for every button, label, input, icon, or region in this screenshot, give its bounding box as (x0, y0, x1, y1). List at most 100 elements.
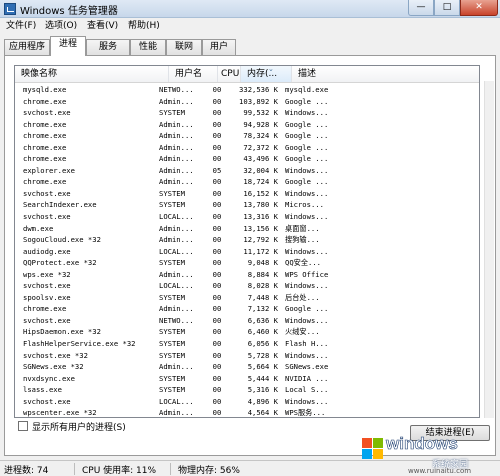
process-cpu: 00 (212, 108, 222, 118)
process-cpu: 00 (212, 292, 222, 302)
process-description: Google ... (285, 131, 329, 141)
process-name: mysqld.exe (23, 85, 67, 94)
process-description: Windows... (285, 315, 329, 325)
process-row[interactable]: FlashHelperService.exe *32 SYSTEM 00 6,056 … (15, 338, 479, 350)
process-cpu: 00 (212, 373, 222, 383)
process-row[interactable]: mysqld.exe NETWO... 00 332,536 K mysqld.exe (15, 84, 479, 96)
process-row[interactable]: svchost.exe LOCAL... 00 8,028 K Windows... (15, 280, 479, 292)
tab-networking[interactable]: 联网 (166, 39, 202, 55)
process-cpu: 00 (212, 212, 222, 222)
process-cpu: 00 (212, 119, 222, 129)
process-user: SYSTEM (159, 292, 185, 302)
process-row[interactable]: nvxdsync.exe SYSTEM 00 5,444 K NVIDIA ... (15, 373, 479, 385)
process-row[interactable]: chrome.exe Admin... 00 78,324 K Google ... (15, 130, 479, 142)
process-row[interactable]: audiodg.exe LOCAL... 00 11,172 K Windows... (15, 246, 479, 258)
process-description: Google ... (285, 177, 329, 187)
process-row[interactable]: svchost.exe LOCAL... 00 13,316 K Windows... (15, 211, 479, 223)
process-row[interactable]: svchost.exe NETWO... 00 6,636 K Windows... (15, 315, 479, 327)
process-row[interactable]: chrome.exe Admin... 00 94,928 K Google ... (15, 119, 479, 131)
process-memory: 6,636 K (247, 315, 278, 325)
process-name: wps.exe *32 (23, 269, 71, 279)
process-row[interactable]: chrome.exe Admin... 00 72,372 K Google ... (15, 142, 479, 154)
process-row[interactable]: svchost.exe *32 SYSTEM 00 5,728 K Windows... (15, 350, 479, 362)
vertical-scrollbar[interactable] (484, 81, 494, 418)
process-name: chrome.exe (23, 131, 67, 141)
process-memory: 103,892 K (239, 96, 278, 106)
process-row[interactable]: spoolsv.exe SYSTEM 00 7,448 K 后台处... (15, 292, 479, 304)
status-process-count: 进程数: 74 (4, 466, 49, 476)
menu-options[interactable]: 选项(O) (43, 19, 79, 33)
menu-file[interactable]: 文件(F) (4, 19, 38, 33)
tab-performance[interactable]: 性能 (130, 39, 166, 55)
process-user: Admin... (159, 96, 194, 106)
process-cpu: 00 (212, 177, 222, 187)
process-row[interactable]: chrome.exe Admin... 00 43,496 K Google ... (15, 153, 479, 165)
column-cpu[interactable]: CPU (218, 66, 241, 82)
process-row[interactable]: QQProtect.exe *32 SYSTEM 00 9,048 K QQ安全... (15, 257, 479, 269)
process-description: 搜狗输... (285, 235, 320, 245)
process-row[interactable]: svchost.exe SYSTEM 00 16,152 K Windows... (15, 188, 479, 200)
process-row[interactable]: HipsDaemon.exe *32 SYSTEM 00 6,460 K 火绒安... (15, 326, 479, 338)
column-memory[interactable]: ⌄ 内存(... (241, 66, 292, 82)
process-memory: 32,004 K (243, 165, 278, 175)
process-user: Admin... (159, 131, 194, 141)
tab-services[interactable]: 服务 (86, 39, 130, 55)
minimize-button[interactable]: — (408, 0, 434, 16)
process-name: svchost.exe (23, 281, 71, 291)
process-row[interactable]: SGNews.exe *32 Admin... 00 5,664 K SGNews.ex… (15, 361, 479, 373)
tab-applications[interactable]: 应用程序 (4, 39, 50, 55)
process-row[interactable]: chrome.exe Admin... 00 103,892 K Google ... (15, 96, 479, 108)
process-memory: 6,056 K (247, 339, 278, 349)
sort-descending-icon: ⌄ (268, 66, 274, 73)
process-row[interactable]: chrome.exe Admin... 00 18,724 K Google ... (15, 176, 479, 188)
process-row[interactable]: svchost.exe LOCAL... 00 4,896 K Windows... (15, 396, 479, 408)
process-memory: 5,316 K (247, 385, 278, 395)
menu-view[interactable]: 查看(V) (85, 19, 120, 33)
process-memory: 5,444 K (247, 373, 278, 383)
close-button[interactable]: ✕ (460, 0, 498, 16)
maximize-button[interactable]: □ (434, 0, 460, 16)
process-memory: 5,664 K (247, 362, 278, 372)
process-description: Google ... (285, 304, 329, 314)
process-row[interactable]: dwm.exe Admin... 00 13,156 K 桌面窗... (15, 223, 479, 235)
process-memory: 43,496 K (243, 154, 278, 164)
process-row[interactable]: lsass.exe SYSTEM 00 5,316 K Local S... (15, 384, 479, 396)
process-name: chrome.exe (23, 96, 67, 106)
column-image-name[interactable]: 映像名称 (15, 66, 169, 82)
process-row[interactable]: chrome.exe Admin... 00 7,132 K Google ... (15, 303, 479, 315)
process-name: SogouCloud.exe *32 (23, 235, 101, 245)
main-frame: 应用程序 进程 服务 性能 联网 用户 映像名称 用户名 CPU ⌄ 内存(..… (0, 34, 500, 460)
process-user: LOCAL... (159, 246, 194, 256)
process-memory: 4,564 K (247, 408, 278, 418)
end-process-button[interactable]: 结束进程(E) (410, 425, 490, 441)
process-name: nvxdsync.exe (23, 373, 75, 383)
process-row[interactable]: wps.exe *32 Admin... 00 8,884 K WPS Office (15, 269, 479, 281)
process-row[interactable]: explorer.exe Admin... 05 32,004 K Windows... (15, 165, 479, 177)
title-bar: Windows 任务管理器 — □ ✕ (0, 0, 500, 18)
show-all-users-checkbox[interactable] (18, 421, 28, 431)
process-cpu: 00 (212, 223, 222, 233)
process-cpu: 00 (212, 304, 222, 314)
process-row[interactable]: svchost.exe SYSTEM 00 99,532 K Windows... (15, 107, 479, 119)
column-description[interactable]: 描述 (292, 66, 479, 82)
process-description: Windows... (285, 281, 329, 291)
process-name: SGNews.exe *32 (23, 362, 84, 372)
process-cpu: 00 (212, 327, 222, 337)
process-row[interactable]: SearchIndexer.exe SYSTEM 00 13,780 K Micros.… (15, 199, 479, 211)
process-row[interactable]: wpscenter.exe *32 Admin... 00 4,564 K WPS服务.… (15, 407, 479, 418)
process-description: Windows... (285, 396, 329, 406)
menu-help[interactable]: 帮助(H) (126, 19, 162, 33)
process-user: Admin... (159, 177, 194, 187)
process-row[interactable]: SogouCloud.exe *32 Admin... 00 12,792 K 搜狗输.… (15, 234, 479, 246)
process-description: Windows... (285, 188, 329, 198)
process-description: mysqld.exe (285, 85, 329, 94)
process-name: svchost.exe *32 (23, 350, 88, 360)
process-user: Admin... (159, 304, 194, 314)
column-user-name[interactable]: 用户名 (169, 66, 218, 82)
tab-users[interactable]: 用户 (202, 39, 236, 55)
process-memory: 8,028 K (247, 281, 278, 291)
process-user: LOCAL... (159, 281, 194, 291)
process-user: SYSTEM (159, 188, 185, 198)
process-user: Admin... (159, 408, 194, 418)
tab-processes[interactable]: 进程 (50, 36, 86, 56)
